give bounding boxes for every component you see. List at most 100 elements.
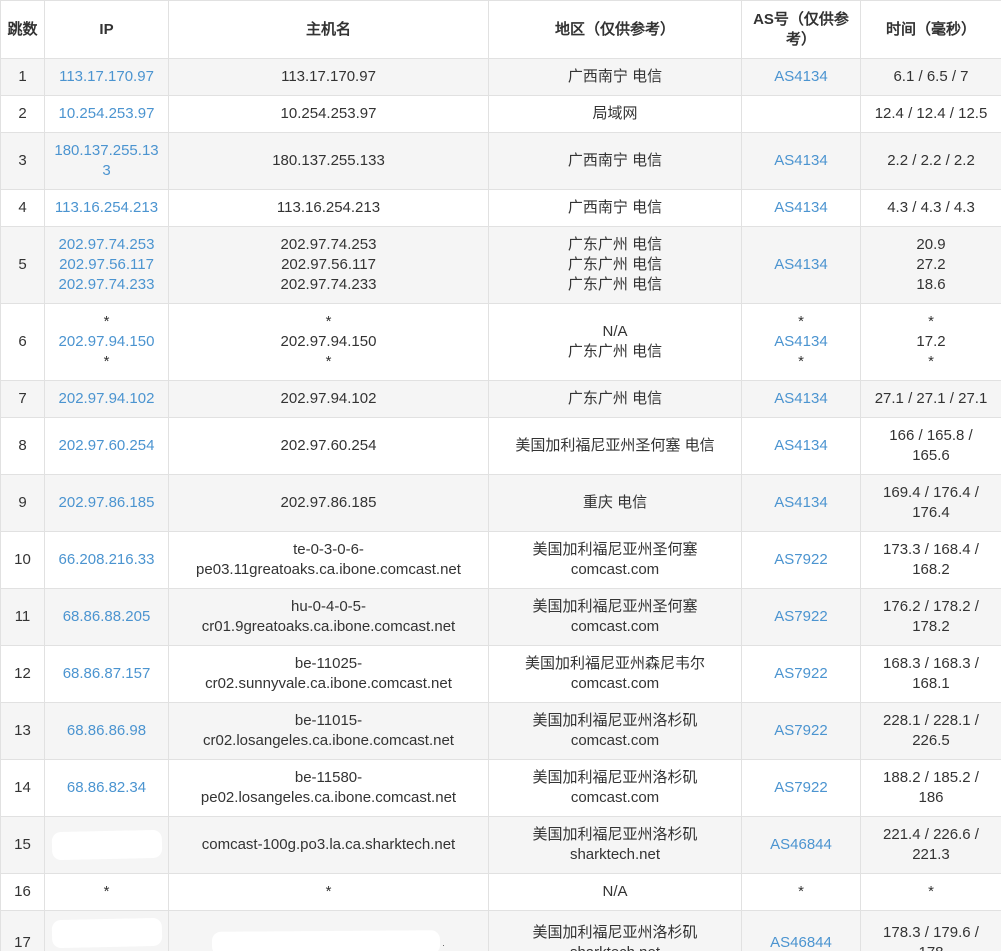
time-line: 173.3 / 168.4 / (867, 540, 995, 560)
cell-asn: AS7922 (741, 759, 861, 817)
host-line: * (175, 352, 482, 372)
ip-link[interactable]: 10.254.253.97 (59, 105, 155, 122)
ip-line: . (51, 917, 162, 951)
ip-link[interactable]: 202.97.74.253 (59, 236, 155, 253)
host-line: 180.137.255.133 (175, 151, 482, 171)
region-text: 局域网 (592, 105, 638, 122)
cell-host: 202.97.86.185 (168, 474, 489, 532)
asn-line: AS4134 (748, 332, 854, 352)
asn-link[interactable]: AS46844 (770, 934, 832, 951)
region-line: 广东广州 电信 (495, 275, 735, 295)
time-line: 165.6 (867, 446, 995, 466)
host-line: 202.97.86.185 (175, 493, 482, 513)
asn-link[interactable]: AS4134 (774, 199, 827, 216)
time-text: 17.2 (916, 333, 946, 350)
asn-link[interactable]: AS4134 (774, 437, 827, 454)
ip-link[interactable]: 202.97.86.185 (59, 494, 155, 511)
asn-link[interactable]: AS4134 (774, 68, 827, 85)
ip-link[interactable]: 68.86.86.98 (67, 722, 146, 739)
cell-region: 广西南宁 电信 (488, 58, 742, 96)
cell-ip: 113.17.170.97 (44, 58, 169, 96)
host-line: cr01.9greatoaks.ca.ibone.comcast.net (175, 617, 482, 637)
region-line: 美国加利福尼亚州圣何塞 (495, 597, 735, 617)
asn-link[interactable]: AS4134 (774, 333, 827, 350)
region-text: sharktech.net (569, 846, 661, 863)
time-text: 20.9 (916, 236, 946, 253)
time-text: 221.3 (912, 846, 950, 863)
time-text: 178.3 / 179.6 / (883, 924, 979, 942)
ip-line: 113.17.170.97 (51, 67, 162, 87)
time-text: 226.5 (912, 732, 950, 749)
ip-link[interactable]: 66.208.216.33 (59, 551, 155, 568)
asn-link[interactable]: AS4134 (774, 256, 827, 273)
cell-time: 6.1 / 6.5 / 7 (860, 58, 1001, 96)
ip-line: 10.254.253.97 (51, 104, 162, 124)
asn-link[interactable]: AS46844 (770, 836, 832, 853)
ip-link[interactable]: 202.97.60.254 (59, 437, 155, 454)
cell-ip: 202.97.94.102 (44, 380, 169, 418)
cell-host: 202.97.94.102 (168, 380, 489, 418)
col-header-hop: 跳数 (0, 0, 45, 59)
ip-link[interactable]: 68.86.82.34 (67, 779, 146, 796)
cell-host: 180.137.255.133 (168, 132, 489, 190)
asn-line: AS7922 (748, 721, 854, 741)
cell-ip (44, 816, 169, 874)
cell-ip: 202.97.74.253 202.97.56.117 202.97.74.233 (44, 226, 169, 304)
asn-line: AS7922 (748, 550, 854, 570)
asn-line: AS46844 (748, 933, 854, 951)
traceroute-table: 跳数 IP 主机名 地区（仅供参考） AS号（仅供参考） 时间（毫秒） 1 113… (0, 0, 1001, 951)
ip-link[interactable]: 202.97.56.117 (59, 256, 154, 273)
host-line: 113.16.254.213 (175, 198, 482, 218)
asn-line: * (748, 882, 854, 902)
region-line: 广东广州 电信 (495, 342, 735, 362)
host-text: * (325, 883, 332, 900)
ip-line: 66.208.216.33 (51, 550, 162, 570)
asn-link[interactable]: AS7922 (774, 779, 827, 796)
cell-hop: 2 (0, 95, 45, 133)
ip-link[interactable]: 68.86.87.157 (63, 665, 151, 682)
ip-link[interactable]: 202.97.94.102 (59, 390, 155, 407)
asn-link[interactable]: AS7922 (774, 665, 827, 682)
asn-link[interactable]: AS7922 (774, 722, 827, 739)
time-line: 12.4 / 12.4 / 12.5 (867, 104, 995, 124)
ip-line (51, 829, 162, 861)
asn-link[interactable]: AS4134 (774, 390, 827, 407)
cell-hop: 7 (0, 380, 45, 418)
cell-hop: 13 (0, 702, 45, 760)
ip-line: 68.86.88.205 (51, 607, 162, 627)
time-line: 221.3 (867, 845, 995, 865)
time-text: 186 (918, 789, 944, 806)
asn-link[interactable]: AS7922 (774, 551, 827, 568)
ip-link[interactable]: 202.97.94.150 (59, 333, 155, 350)
cell-region: N/A (488, 873, 742, 911)
cell-region: N/A 广东广州 电信 (488, 303, 742, 381)
asn-link[interactable]: AS7922 (774, 608, 827, 625)
ip-link[interactable]: 68.86.88.205 (63, 608, 151, 625)
cell-time: * (860, 873, 1001, 911)
cell-asn: AS7922 (741, 645, 861, 703)
asn-text: * (798, 313, 804, 330)
host-text: 113.17.170.97 (281, 68, 376, 85)
cell-asn: AS7922 (741, 531, 861, 589)
host-text: be-11015- (294, 712, 363, 729)
ip-link[interactable]: 113.17.170.97 (59, 68, 154, 85)
ip-link[interactable]: 113.16.254.213 (55, 199, 158, 216)
hop-number: 12 (14, 665, 31, 682)
time-line: 228.1 / 228.1 / (867, 711, 995, 731)
ip-line: 180.137.255.133 (51, 141, 162, 181)
host-text: 202.97.86.185 (280, 494, 377, 511)
ip-link[interactable]: 180.137.255.133 (54, 142, 158, 179)
hop-number: 2 (18, 105, 27, 122)
ip-link[interactable]: 202.97.74.233 (59, 276, 155, 293)
cell-hop: 12 (0, 645, 45, 703)
table-row: 12 68.86.87.157 be-11025- cr02.sunnyvale.ca… (0, 645, 1001, 703)
region-line: 广西南宁 电信 (495, 151, 735, 171)
hop-number: 13 (14, 722, 31, 739)
asn-line: * (748, 312, 854, 332)
asn-link[interactable]: AS4134 (774, 152, 827, 169)
time-text: 2.2 / 2.2 / 2.2 (887, 152, 975, 169)
asn-link[interactable]: AS4134 (774, 494, 827, 511)
asn-line: AS4134 (748, 67, 854, 87)
time-line: 27.2 (867, 255, 995, 275)
cell-time: 4.3 / 4.3 / 4.3 (860, 189, 1001, 227)
